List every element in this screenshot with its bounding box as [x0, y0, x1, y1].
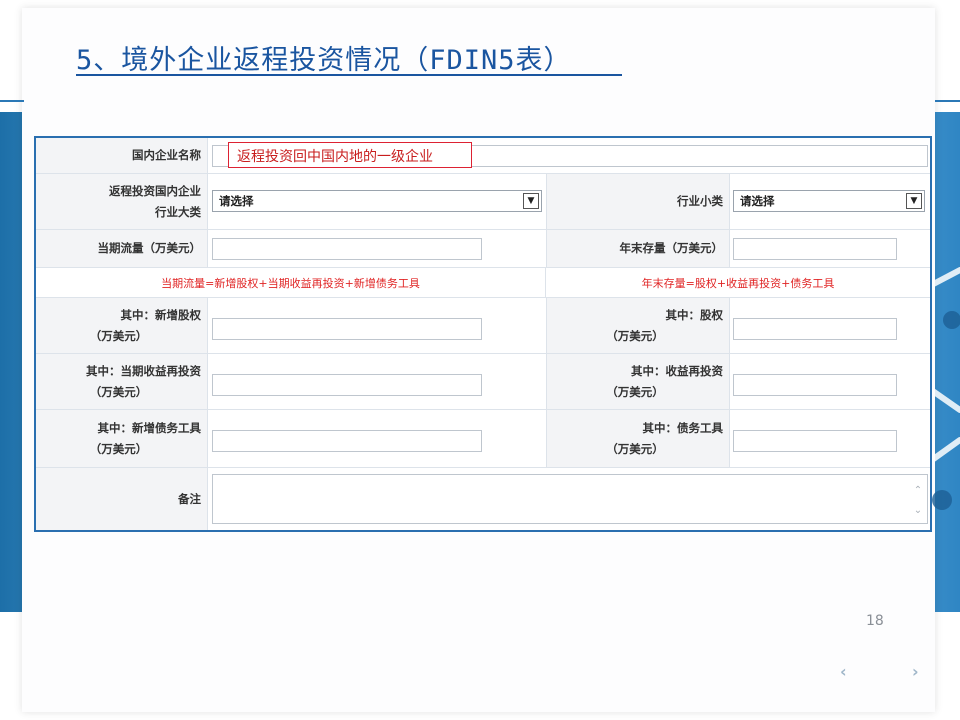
- flow-label: 当期流量（万美元）: [36, 230, 208, 267]
- row-debt: 其中：新增债务工具 （万美元） 其中：债务工具 （万美元）: [36, 410, 930, 468]
- reinvest-stock-input[interactable]: [733, 374, 897, 396]
- chevron-down-icon: ▼: [523, 193, 539, 209]
- row-industry: 返程投资国内企业 行业大类 请选择 ▼ 行业小类 请选择 ▼: [36, 174, 930, 230]
- reinvest-stock-label: 其中：收益再投资 （万美元）: [546, 354, 730, 409]
- stock-formula: 年末存量=股权+收益再投资+债务工具: [641, 276, 835, 290]
- row-equity: 其中：新增股权 （万美元） 其中：股权 （万美元）: [36, 298, 930, 354]
- slide-title: 5、境外企业返程投资情况（FDIN5表）: [76, 45, 572, 76]
- chevron-down-icon[interactable]: ⌄: [911, 501, 925, 521]
- header-rule-right: [935, 100, 960, 102]
- header-rule-left: [0, 100, 24, 102]
- flow-input[interactable]: [212, 238, 482, 260]
- new-equity-input[interactable]: [212, 318, 482, 340]
- industry-category-label: 返程投资国内企业 行业大类: [36, 174, 208, 229]
- industry-subcategory-select[interactable]: 请选择 ▼: [733, 190, 925, 212]
- fdin5-form: 国内企业名称 返程投资回中国内地的一级企业 返程投资国内企业 行业大类 请选择 …: [34, 136, 932, 532]
- new-equity-label: 其中：新增股权 （万美元）: [36, 298, 208, 353]
- remarks-label: 备注: [36, 468, 208, 530]
- stock-label: 年末存量（万美元）: [546, 230, 730, 267]
- chevron-down-icon: ▼: [906, 193, 922, 209]
- textarea-scrollbar[interactable]: ⌃ ⌄: [911, 481, 925, 521]
- debt-label: 其中：债务工具 （万美元）: [546, 410, 730, 467]
- company-name-hint: 返程投资回中国内地的一级企业: [228, 142, 472, 168]
- stock-input[interactable]: [733, 238, 897, 260]
- row-remarks: 备注 ⌃ ⌄: [36, 468, 930, 530]
- title-underline: [76, 74, 622, 76]
- reinvest-flow-input[interactable]: [212, 374, 482, 396]
- reinvest-flow-label: 其中：当期收益再投资 （万美元）: [36, 354, 208, 409]
- row-reinvestment: 其中：当期收益再投资 （万美元） 其中：收益再投资 （万美元）: [36, 354, 930, 410]
- row-company-name: 国内企业名称 返程投资回中国内地的一级企业: [36, 138, 930, 174]
- industry-category-select[interactable]: 请选择 ▼: [212, 190, 542, 212]
- prev-slide-button[interactable]: ‹: [840, 662, 847, 681]
- flow-formula: 当期流量=新增股权+当期收益再投资+新增债务工具: [36, 268, 546, 297]
- next-slide-button[interactable]: ›: [912, 662, 919, 681]
- equity-input[interactable]: [733, 318, 897, 340]
- chevron-up-icon[interactable]: ⌃: [911, 481, 925, 501]
- row-formulas: 当期流量=新增股权+当期收益再投资+新增债务工具 年末存量=股权+收益再投资+债…: [36, 268, 930, 298]
- new-debt-input[interactable]: [212, 430, 482, 452]
- company-name-label: 国内企业名称: [36, 138, 208, 173]
- industry-subcategory-label: 行业小类: [546, 174, 730, 229]
- remarks-textarea[interactable]: ⌃ ⌄: [212, 474, 928, 524]
- equity-label: 其中：股权 （万美元）: [546, 298, 730, 353]
- row-flow-stock: 当期流量（万美元） 年末存量（万美元）: [36, 230, 930, 268]
- debt-input[interactable]: [733, 430, 897, 452]
- new-debt-label: 其中：新增债务工具 （万美元）: [36, 410, 208, 467]
- page-number: 18: [866, 613, 884, 629]
